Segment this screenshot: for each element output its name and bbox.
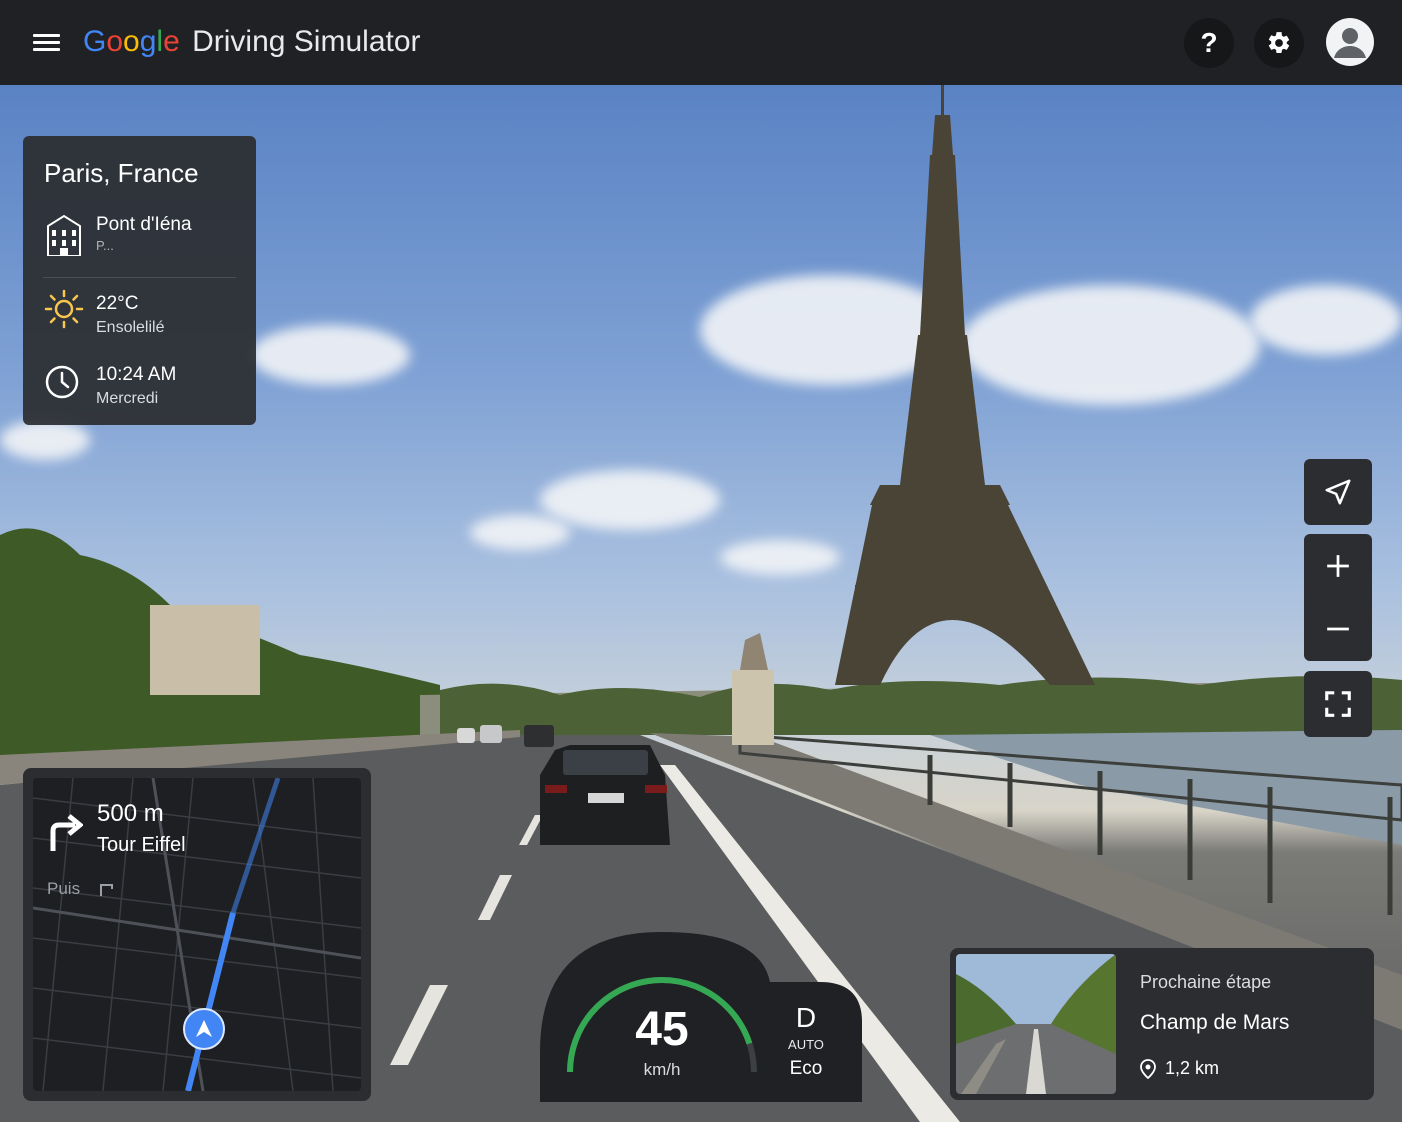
- next-stop-name: Champ de Mars: [1140, 1011, 1290, 1034]
- recenter-button[interactable]: [1304, 459, 1372, 525]
- weather-condition: Ensolelilé: [96, 319, 165, 336]
- next-stop-thumbnail[interactable]: [956, 954, 1116, 1094]
- location-info-panel: Paris, France Pont d'Iéna P... 22°C Enso…: [23, 136, 256, 425]
- speedometer: 45 km/h D AUTO Eco: [540, 932, 862, 1102]
- menu-button[interactable]: [26, 22, 66, 62]
- landmark-row[interactable]: Pont d'Iéna P...: [44, 208, 244, 258]
- menu-icon: [33, 34, 60, 37]
- help-button[interactable]: ?: [1184, 18, 1234, 68]
- gear-indicator: D: [795, 1002, 817, 1033]
- drive-mode[interactable]: Eco: [776, 1058, 836, 1080]
- fullscreen-icon: [1325, 691, 1351, 717]
- eiffel-tower: [835, 85, 1095, 685]
- weekday: Mercredi: [96, 390, 159, 407]
- zoom-out-icon: [1327, 627, 1349, 631]
- city-name: Paris, France: [44, 158, 199, 188]
- landmark-name: Pont d'Iéna: [96, 214, 192, 235]
- clock-icon: [45, 365, 79, 399]
- logo-letter: g: [139, 25, 157, 58]
- trees-far: [440, 676, 1402, 735]
- statue: [740, 633, 768, 670]
- top-app-bar: Google Driving Simulator ?: [0, 0, 1402, 85]
- turn-right-small-icon: [100, 884, 113, 896]
- zoom-in-button[interactable]: [1304, 536, 1372, 596]
- account-avatar-button[interactable]: [1326, 18, 1374, 66]
- then-label: Puis: [47, 879, 81, 898]
- position-arrow-icon: [196, 1020, 212, 1037]
- turn-street: Tour Eiffel: [97, 834, 186, 856]
- navigation-card[interactable]: 500 m Tour Eiffel Puis: [23, 768, 371, 1101]
- transmission-mode: AUTO: [788, 1037, 824, 1052]
- logo-letter: e: [163, 25, 180, 58]
- menu-icon-bar: [33, 48, 60, 51]
- user-icon: [1334, 28, 1366, 58]
- gear-icon: [1268, 32, 1290, 53]
- time-row: 10:24 AM Mercredi: [44, 358, 244, 408]
- zoom-out-button[interactable]: [1304, 599, 1372, 659]
- position-marker: [183, 1008, 225, 1050]
- menu-icon-bar: [33, 41, 60, 44]
- building-left: [150, 605, 260, 695]
- next-stop-distance: 1,2 km: [1165, 1058, 1220, 1078]
- zoom-in-icon: [1327, 554, 1349, 577]
- turn-distance: 500 m: [97, 800, 164, 827]
- building-icon: [47, 214, 81, 256]
- help-icon: ?: [1200, 27, 1218, 58]
- logo-letter: o: [123, 25, 140, 58]
- app-logo[interactable]: Google Driving Simulator: [83, 22, 421, 62]
- next-stop-label: Prochaine étape: [1140, 972, 1272, 992]
- fullscreen-button[interactable]: [1304, 671, 1372, 737]
- statue-pedestal: [732, 670, 774, 745]
- route-line-active: [185, 912, 236, 1091]
- location-pin-icon: [1140, 1059, 1156, 1079]
- turn-right-icon: [50, 814, 83, 851]
- speed-value: 45: [635, 1003, 689, 1056]
- zoom-controls: [1304, 534, 1372, 661]
- current-time: 10:24 AM: [96, 364, 177, 385]
- logo-letter: o: [106, 25, 124, 58]
- car: [540, 745, 670, 845]
- landmark-subtitle: P...: [96, 238, 114, 253]
- speed-unit: km/h: [643, 1060, 681, 1079]
- next-stop-card[interactable]: Prochaine étape Champ de Mars 1,2 km: [950, 948, 1374, 1100]
- logo-letter: G: [83, 25, 107, 58]
- app-title: Driving Simulator: [192, 25, 421, 58]
- weather-row: 22°C Ensolelilé: [44, 287, 244, 337]
- temperature: 22°C: [96, 293, 139, 314]
- navigate-icon: [1325, 479, 1351, 505]
- thumbnail-image: [956, 954, 1116, 1094]
- settings-button[interactable]: [1254, 18, 1304, 68]
- panel-divider: [43, 277, 236, 278]
- sun-icon: [44, 289, 84, 329]
